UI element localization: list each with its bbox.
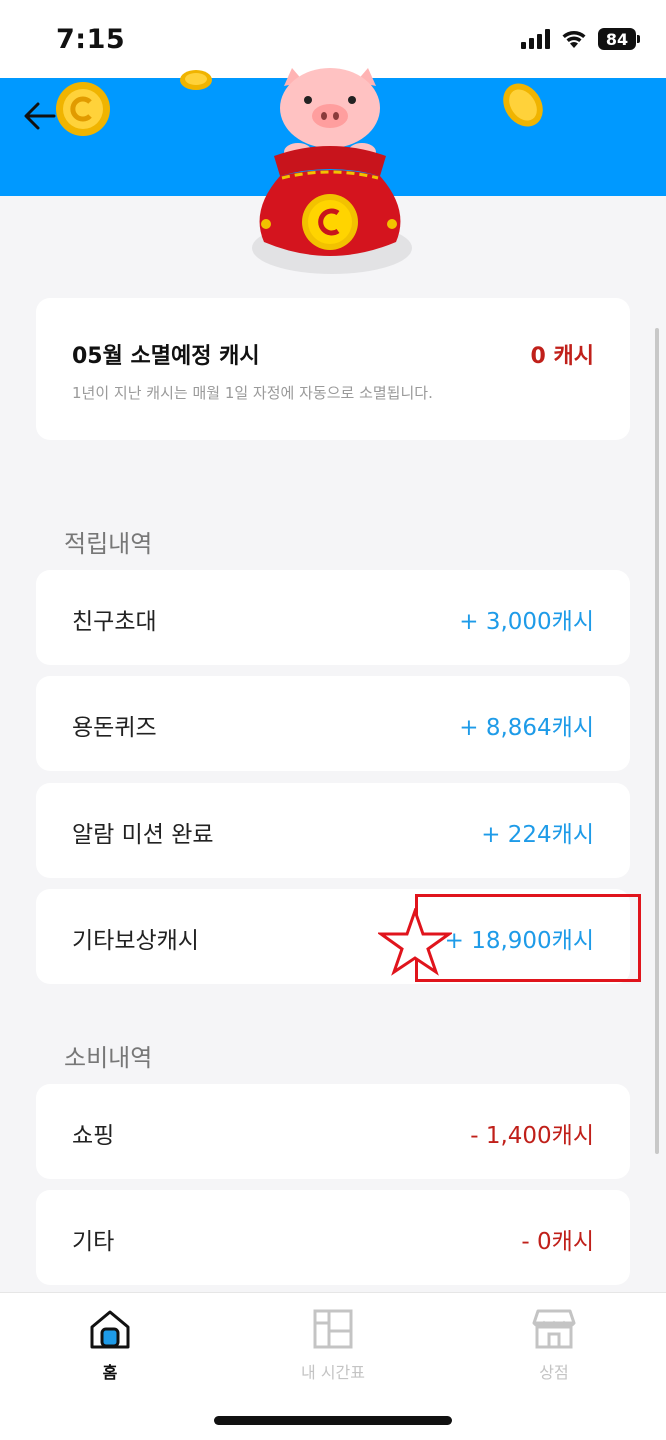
row-value: + 224캐시: [481, 822, 594, 848]
tab-timetable[interactable]: 내 시간표: [273, 1303, 393, 1393]
earn-section-title: 적립내역: [64, 530, 153, 558]
row-value: - 1,400캐시: [470, 1123, 594, 1149]
expire-card: 05월 소멸예정 캐시 0 캐시 1년이 지난 캐시는 매월 1일 자정에 자동…: [36, 298, 630, 440]
row-label: 쇼핑: [72, 1123, 115, 1149]
store-icon: [532, 1309, 576, 1349]
battery-indicator: 84: [598, 28, 640, 50]
back-button[interactable]: [20, 96, 60, 136]
spend-section-title: 소비내역: [64, 1044, 153, 1072]
expire-title: 05월 소멸예정 캐시: [72, 344, 260, 369]
star-icon: [378, 908, 452, 976]
row-label: 기타보상캐시: [72, 928, 199, 954]
tab-label: 홈: [102, 1363, 118, 1382]
tab-store[interactable]: 상점: [494, 1303, 614, 1393]
scrollbar[interactable]: [655, 328, 659, 1154]
list-item[interactable]: 알람 미션 완료 + 224캐시: [36, 783, 630, 878]
row-label: 용돈퀴즈: [72, 715, 157, 741]
coin-icon: [180, 70, 212, 90]
signal-icon: [521, 29, 550, 49]
status-icons: 84: [521, 28, 640, 50]
timetable-icon: [313, 1309, 353, 1349]
row-label: 알람 미션 완료: [72, 822, 214, 848]
wifi-icon: [562, 31, 586, 48]
expire-description: 1년이 지난 캐시는 매월 1일 자정에 자동으로 소멸됩니다.: [72, 384, 433, 402]
list-item[interactable]: 용돈퀴즈 + 8,864캐시: [36, 676, 630, 771]
tab-label: 내 시간표: [301, 1363, 365, 1382]
row-value: - 0캐시: [521, 1229, 594, 1255]
home-indicator: [214, 1416, 452, 1425]
list-item[interactable]: 기타 - 0캐시: [36, 1190, 630, 1285]
row-value: + 8,864캐시: [459, 715, 594, 741]
row-label: 기타: [72, 1229, 115, 1255]
coin-icon: [56, 82, 110, 136]
home-icon: [90, 1310, 130, 1349]
status-time: 7:15: [56, 24, 126, 55]
list-item[interactable]: 친구초대 + 3,000캐시: [36, 570, 630, 665]
tab-home[interactable]: 홈: [50, 1303, 170, 1393]
row-value: + 3,000캐시: [459, 609, 594, 635]
piggy-bag-illustration: [252, 68, 412, 274]
expire-amount: 0 캐시: [530, 344, 594, 369]
row-label: 친구초대: [72, 609, 157, 635]
list-item[interactable]: 쇼핑 - 1,400캐시: [36, 1084, 630, 1179]
tab-label: 상점: [539, 1363, 569, 1382]
coin-icon: [503, 83, 543, 127]
